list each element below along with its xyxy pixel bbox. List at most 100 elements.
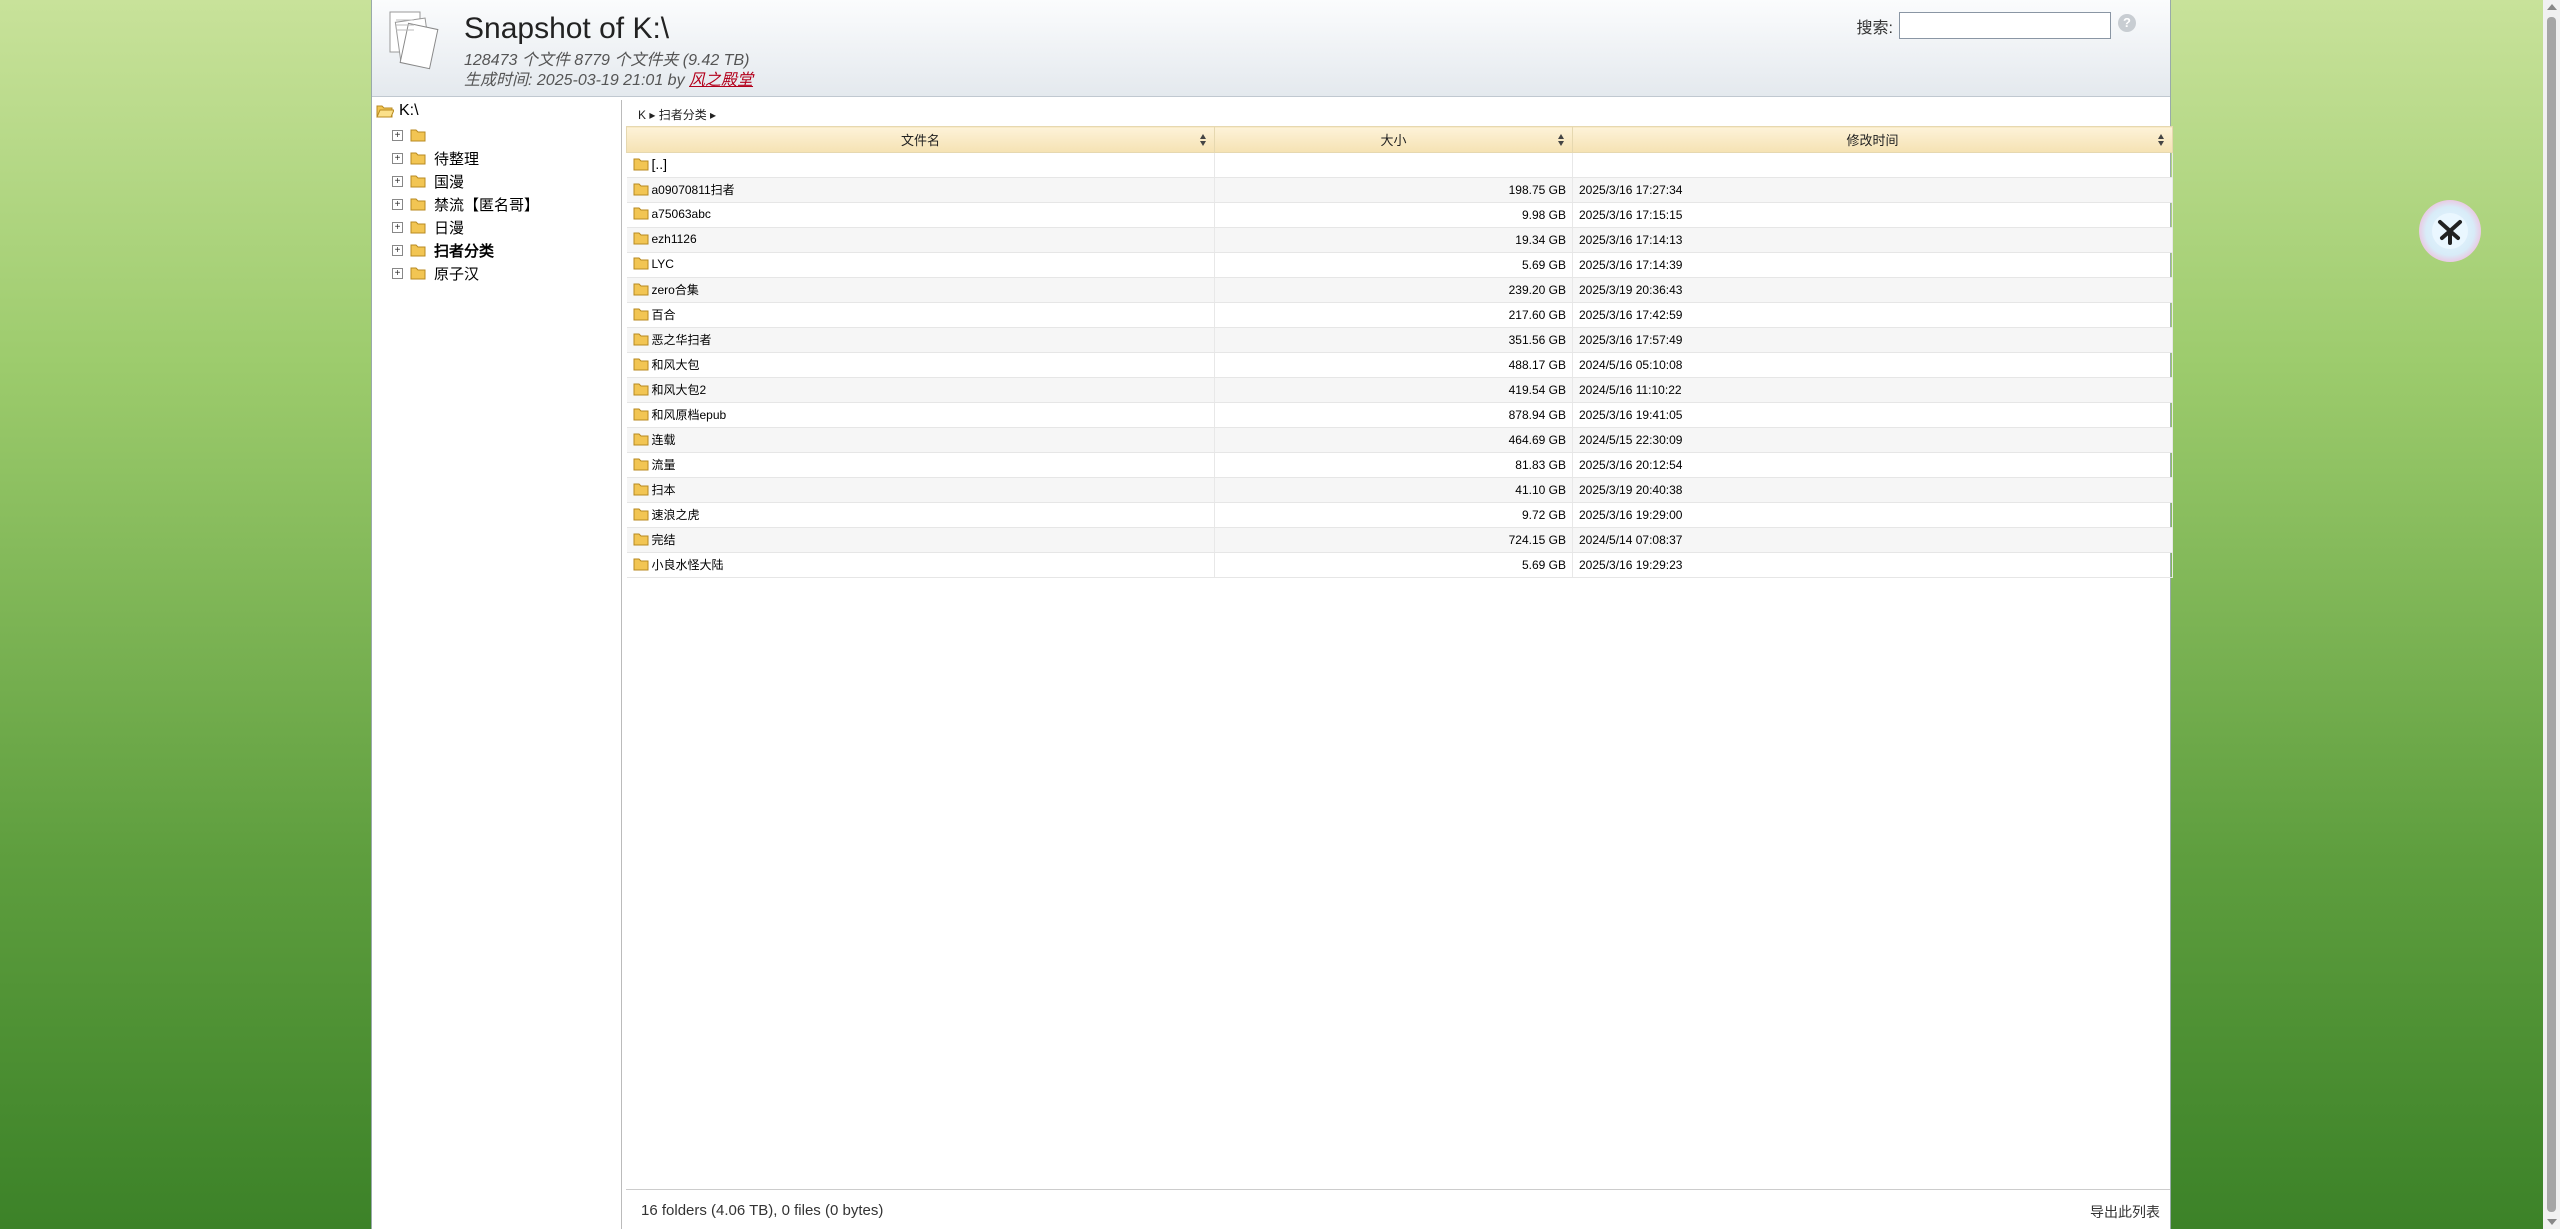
- expand-plus-icon[interactable]: +: [392, 152, 403, 164]
- expand-plus-icon[interactable]: +: [392, 198, 403, 210]
- table-row[interactable]: 速浪之虎 9.72 GB 2025/3/16 19:29:00: [626, 502, 2173, 528]
- table-header-row: 文件名 大小 修改时间: [626, 126, 2173, 153]
- folder-modified: 2025/3/19 20:36:43: [1572, 277, 2173, 303]
- page-scrollbar[interactable]: [2543, 0, 2560, 1229]
- folder-icon: [410, 175, 426, 187]
- file-list-panel: K ▸ 扫者分类 ▸ 文件名 大小 修改时间 [..] a09070811扫者 1…: [626, 100, 2173, 1229]
- table-row[interactable]: 和风大包2 419.54 GB 2024/5/16 11:10:22: [626, 377, 2173, 403]
- table-row[interactable]: a09070811扫者 198.75 GB 2025/3/16 17:27:34: [626, 177, 2173, 203]
- tree-item[interactable]: +: [392, 124, 434, 146]
- folder-name[interactable]: 速浪之虎: [652, 506, 700, 523]
- column-name-label: 文件名: [900, 133, 940, 148]
- table-row[interactable]: 完结 724.15 GB 2024/5/14 07:08:37: [626, 527, 2173, 553]
- folder-tree: K:\ + + 待整理 + 国漫 + 禁流【匿名哥】 + 日漫 + 扫者分类 + 原子汉: [372, 100, 622, 1229]
- folder-modified: 2024/5/15 22:30:09: [1572, 427, 2173, 453]
- folder-modified: 2024/5/16 11:10:22: [1572, 377, 2173, 403]
- column-header-modified[interactable]: 修改时间: [1572, 126, 2173, 153]
- folder-name[interactable]: 和风大包2: [652, 381, 707, 398]
- table-row[interactable]: 百合 217.60 GB 2025/3/16 17:42:59: [626, 302, 2173, 328]
- folder-size: 878.94 GB: [1214, 402, 1573, 428]
- table-row[interactable]: 恶之华扫者 351.56 GB 2025/3/16 17:57:49: [626, 327, 2173, 353]
- expand-plus-icon[interactable]: +: [392, 175, 403, 187]
- author-link[interactable]: 风之殿堂: [689, 72, 753, 89]
- tree-item[interactable]: + 日漫: [392, 216, 464, 238]
- folder-open-icon: [376, 105, 394, 118]
- tree-root[interactable]: K:\: [376, 102, 419, 120]
- folder-name[interactable]: 连载: [652, 431, 676, 448]
- expand-plus-icon[interactable]: +: [392, 129, 403, 141]
- folder-summary: 16 folders (4.06 TB), 0 files (0 bytes): [641, 1202, 884, 1219]
- folder-modified: 2025/3/16 17:42:59: [1572, 302, 2173, 328]
- breadcrumb[interactable]: K ▸ 扫者分类 ▸: [638, 106, 716, 123]
- table-row[interactable]: a75063abc 9.98 GB 2025/3/16 17:15:15: [626, 202, 2173, 228]
- search-input[interactable]: [1899, 12, 2111, 39]
- tree-item[interactable]: + 禁流【匿名哥】: [392, 193, 539, 215]
- table-row[interactable]: LYC 5.69 GB 2025/3/16 17:14:39: [626, 252, 2173, 278]
- parent-folder-row[interactable]: [..]: [626, 152, 2173, 178]
- table-row[interactable]: 小良水怪大陆 5.69 GB 2025/3/16 19:29:23: [626, 552, 2173, 578]
- help-icon[interactable]: ?: [2118, 13, 2136, 32]
- folder-size: 19.34 GB: [1214, 227, 1573, 253]
- extension-icon[interactable]: [2419, 200, 2481, 262]
- generated-text: 生成时间: 2025-03-19 21:01 by: [464, 72, 690, 89]
- folder-icon: [633, 558, 648, 571]
- expand-plus-icon[interactable]: +: [392, 267, 403, 279]
- tree-root-label: K:\: [399, 102, 419, 119]
- table-row[interactable]: 流量 81.83 GB 2025/3/16 20:12:54: [626, 452, 2173, 478]
- folder-name[interactable]: 和风大包: [652, 356, 700, 373]
- folder-icon: [633, 408, 648, 421]
- folder-size: 5.69 GB: [1214, 552, 1573, 578]
- folder-icon: [410, 221, 426, 233]
- folder-name[interactable]: 流量: [652, 456, 676, 473]
- expand-plus-icon[interactable]: +: [392, 244, 403, 256]
- folder-name[interactable]: 恶之华扫者: [652, 331, 712, 348]
- folder-modified: 2024/5/14 07:08:37: [1572, 527, 2173, 553]
- table-row[interactable]: 扫本 41.10 GB 2025/3/19 20:40:38: [626, 477, 2173, 503]
- folder-name[interactable]: LYC: [652, 257, 674, 271]
- folder-size: 239.20 GB: [1214, 277, 1573, 303]
- table-row[interactable]: zero合集 239.20 GB 2025/3/19 20:36:43: [626, 277, 2173, 303]
- tree-item[interactable]: + 扫者分类: [392, 239, 494, 261]
- table-row[interactable]: 连载 464.69 GB 2024/5/15 22:30:09: [626, 427, 2173, 453]
- folder-icon: [410, 152, 426, 164]
- folder-name[interactable]: 完结: [652, 531, 676, 548]
- tree-item[interactable]: + 国漫: [392, 170, 464, 192]
- folder-icon: [633, 433, 648, 446]
- folder-size: 198.75 GB: [1214, 177, 1573, 203]
- folder-name[interactable]: a75063abc: [652, 207, 711, 221]
- folder-size: 351.56 GB: [1214, 327, 1573, 353]
- export-list-link[interactable]: 导出此列表: [2090, 1202, 2160, 1222]
- sort-icon: [1558, 134, 1564, 146]
- column-size-label: 大小: [1380, 133, 1407, 148]
- expand-plus-icon[interactable]: +: [392, 221, 403, 233]
- sort-icon: [2158, 134, 2164, 146]
- scroll-down-icon[interactable]: [2547, 1219, 2557, 1225]
- scroll-thumb[interactable]: [2547, 17, 2556, 1212]
- scroll-up-icon[interactable]: [2547, 4, 2557, 10]
- folder-name[interactable]: a09070811扫者: [652, 181, 735, 198]
- folder-size: 9.72 GB: [1214, 502, 1573, 528]
- folder-name[interactable]: 百合: [652, 306, 676, 323]
- page-title: Snapshot of K:\: [464, 12, 670, 45]
- tree-item[interactable]: + 原子汉: [392, 262, 479, 284]
- folder-name[interactable]: 扫本: [652, 481, 676, 498]
- folder-icon: [633, 383, 648, 396]
- folder-icon: [633, 508, 648, 521]
- folder-size: 419.54 GB: [1214, 377, 1573, 403]
- tree-item[interactable]: + 待整理: [392, 147, 479, 169]
- table-row[interactable]: ezh1126 19.34 GB 2025/3/16 17:14:13: [626, 227, 2173, 253]
- table-row[interactable]: 和风大包 488.17 GB 2024/5/16 05:10:08: [626, 352, 2173, 378]
- folder-name[interactable]: zero合集: [652, 281, 699, 298]
- folder-size: 5.69 GB: [1214, 252, 1573, 278]
- folder-name[interactable]: 小良水怪大陆: [652, 556, 724, 573]
- column-header-size[interactable]: 大小: [1214, 126, 1573, 153]
- folder-name[interactable]: 和风原档epub: [652, 406, 727, 423]
- column-header-name[interactable]: 文件名: [626, 126, 1215, 153]
- folder-size: 464.69 GB: [1214, 427, 1573, 453]
- folder-icon: [633, 358, 648, 371]
- sort-icon: [1200, 134, 1206, 146]
- folder-name[interactable]: ezh1126: [652, 232, 697, 246]
- folder-icon: [633, 333, 648, 346]
- table-row[interactable]: 和风原档epub 878.94 GB 2025/3/16 19:41:05: [626, 402, 2173, 428]
- tree-item-label: 国漫: [434, 173, 465, 191]
